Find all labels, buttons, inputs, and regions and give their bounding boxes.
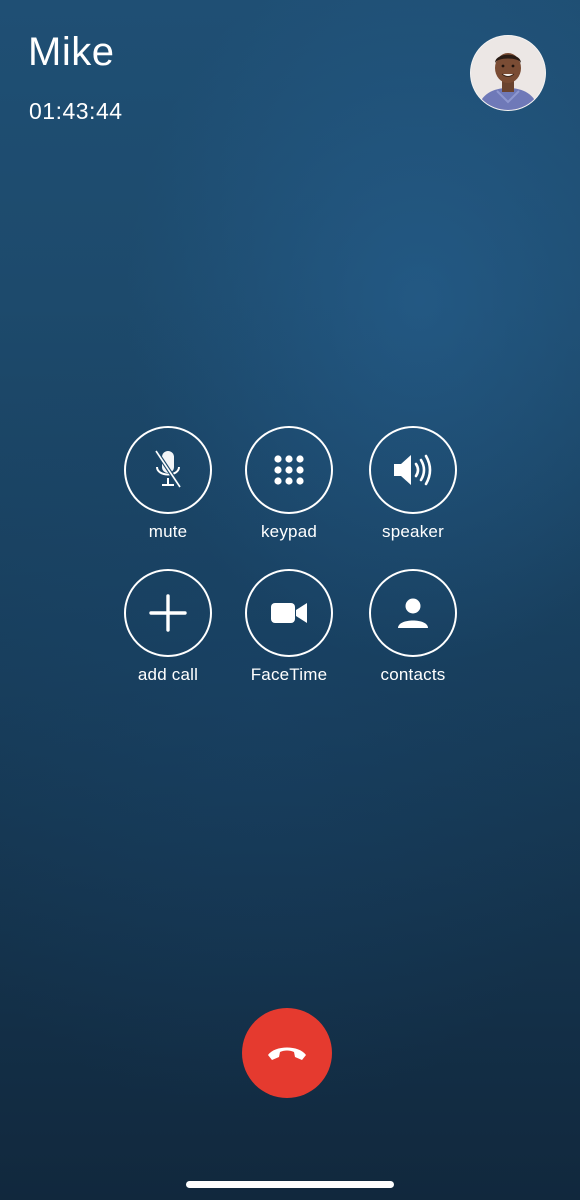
keypad-grid-icon [274,455,304,485]
keypad-ring[interactable] [245,426,333,514]
end-call-button[interactable] [242,1008,332,1098]
video-camera-icon [271,603,307,623]
mute-label: mute [148,522,188,541]
mute-button[interactable]: mute [113,426,223,566]
contacts-button[interactable]: contacts [358,569,468,709]
facetime-button[interactable]: FaceTime [234,569,344,709]
plus-icon [149,594,187,632]
mute-ring[interactable] [124,426,212,514]
facetime-ring[interactable] [245,569,333,657]
keypad-button[interactable]: keypad [234,426,344,566]
in-call-screen: Mike 01:43:44 mute keypad speaker add ca… [0,0,580,1200]
keypad-label: keypad [260,522,318,541]
person-icon [398,598,428,628]
speaker-ring[interactable] [369,426,457,514]
microphone-slash-icon [154,449,182,489]
add-call-label: add call [137,665,199,684]
home-indicator[interactable] [186,1181,394,1188]
speaker-label: speaker [382,522,444,541]
contacts-ring[interactable] [369,569,457,657]
contacts-label: contacts [380,665,446,684]
facetime-label: FaceTime [250,665,328,684]
phone-hangup-icon [268,1047,306,1060]
speaker-icon [394,454,432,486]
speaker-button[interactable]: speaker [358,426,468,566]
add-call-ring[interactable] [124,569,212,657]
add-call-button[interactable]: add call [113,569,223,709]
